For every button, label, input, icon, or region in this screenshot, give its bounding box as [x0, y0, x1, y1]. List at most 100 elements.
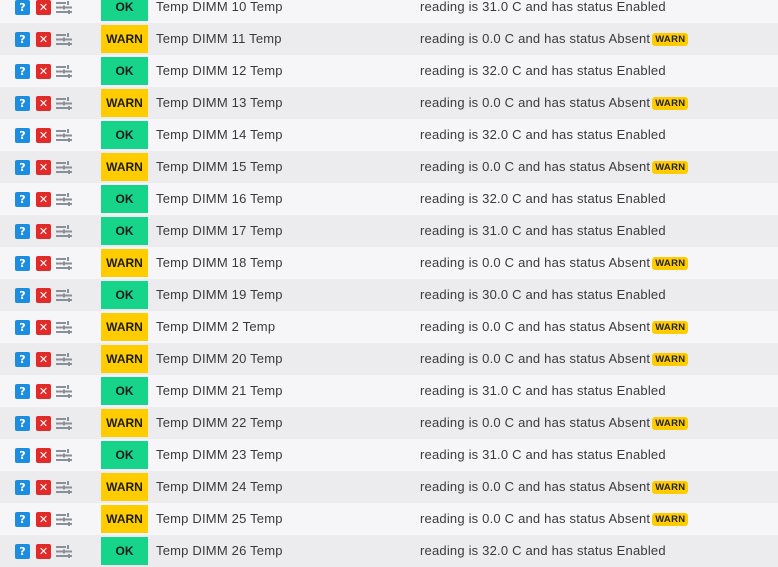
menu-lines-icon[interactable]	[55, 224, 73, 239]
state-badge: OK	[101, 377, 148, 405]
service-output: reading is 31.0 C and has status Enabled	[420, 375, 666, 407]
service-name[interactable]: Temp DIMM 19 Temp	[156, 279, 283, 311]
menu-lines-icon[interactable]	[55, 320, 73, 335]
menu-lines-icon[interactable]	[55, 32, 73, 47]
help-icon[interactable]: ?	[15, 351, 30, 367]
state-badge: WARN	[101, 345, 148, 373]
help-icon[interactable]: ?	[15, 447, 30, 463]
help-icon[interactable]: ?	[15, 415, 30, 431]
help-icon[interactable]: ?	[15, 31, 30, 47]
service-name[interactable]: Temp DIMM 18 Temp	[156, 247, 283, 279]
service-name[interactable]: Temp DIMM 11 Temp	[156, 23, 282, 55]
table-row: ? ✕ OK Temp DIMM 19 Temp reading is 30.0…	[0, 279, 778, 311]
delete-icon[interactable]: ✕	[36, 31, 51, 47]
menu-lines-icon[interactable]	[55, 192, 73, 207]
menu-lines-icon[interactable]	[55, 416, 73, 431]
service-name[interactable]: Temp DIMM 13 Temp	[156, 87, 283, 119]
delete-icon[interactable]: ✕	[36, 447, 51, 463]
delete-icon[interactable]: ✕	[36, 63, 51, 79]
delete-icon[interactable]: ✕	[36, 543, 51, 559]
state-badge: WARN	[101, 153, 148, 181]
state-badge: WARN	[101, 409, 148, 437]
menu-lines-icon[interactable]	[55, 288, 73, 303]
delete-icon[interactable]: ✕	[36, 511, 51, 527]
service-name[interactable]: Temp DIMM 25 Temp	[156, 503, 283, 535]
help-icon[interactable]: ?	[15, 543, 30, 559]
help-icon[interactable]: ?	[15, 0, 30, 15]
state-badge: OK	[101, 185, 148, 213]
help-icon[interactable]: ?	[15, 191, 30, 207]
service-name[interactable]: Temp DIMM 12 Temp	[156, 55, 283, 87]
help-icon[interactable]: ?	[15, 287, 30, 303]
service-name[interactable]: Temp DIMM 24 Temp	[156, 471, 283, 503]
output-text: reading is 0.0 C and has status Absent	[420, 511, 651, 526]
help-icon[interactable]: ?	[15, 511, 30, 527]
service-name[interactable]: Temp DIMM 16 Temp	[156, 183, 283, 215]
service-output: reading is 0.0 C and has status Absent W…	[420, 471, 689, 503]
service-name[interactable]: Temp DIMM 2 Temp	[156, 311, 275, 343]
menu-lines-icon[interactable]	[55, 384, 73, 399]
output-text: reading is 0.0 C and has status Absent	[420, 319, 651, 334]
help-icon[interactable]: ?	[15, 479, 30, 495]
service-output: reading is 32.0 C and has status Enabled	[420, 55, 666, 87]
state-badge: WARN	[101, 89, 148, 117]
delete-icon[interactable]: ✕	[36, 319, 51, 335]
output-text: reading is 0.0 C and has status Absent	[420, 95, 651, 110]
output-text: reading is 31.0 C and has status Enabled	[420, 383, 666, 398]
service-output: reading is 31.0 C and has status Enabled	[420, 0, 666, 23]
menu-lines-icon[interactable]	[55, 96, 73, 111]
delete-icon[interactable]: ✕	[36, 0, 51, 15]
service-output: reading is 31.0 C and has status Enabled	[420, 215, 666, 247]
delete-icon[interactable]: ✕	[36, 415, 51, 431]
menu-lines-icon[interactable]	[55, 352, 73, 367]
delete-icon[interactable]: ✕	[36, 127, 51, 143]
service-name[interactable]: Temp DIMM 15 Temp	[156, 151, 283, 183]
help-icon[interactable]: ?	[15, 63, 30, 79]
delete-icon[interactable]: ✕	[36, 159, 51, 175]
delete-icon[interactable]: ✕	[36, 223, 51, 239]
service-name[interactable]: Temp DIMM 23 Temp	[156, 439, 283, 471]
table-row: ? ✕ WARN Temp DIMM 18 Temp reading is 0.…	[0, 247, 778, 279]
menu-lines-icon[interactable]	[55, 64, 73, 79]
menu-lines-icon[interactable]	[55, 128, 73, 143]
output-text: reading is 0.0 C and has status Absent	[420, 159, 651, 174]
row-actions: ? ✕	[15, 447, 73, 463]
row-actions: ? ✕	[15, 415, 73, 431]
service-output: reading is 0.0 C and has status Absent W…	[420, 151, 689, 183]
state-badge: WARN	[101, 313, 148, 341]
menu-lines-icon[interactable]	[55, 480, 73, 495]
help-icon[interactable]: ?	[15, 159, 30, 175]
service-name[interactable]: Temp DIMM 10 Temp	[156, 0, 283, 23]
row-actions: ? ✕	[15, 63, 73, 79]
delete-icon[interactable]: ✕	[36, 351, 51, 367]
help-icon[interactable]: ?	[15, 95, 30, 111]
service-name[interactable]: Temp DIMM 22 Temp	[156, 407, 283, 439]
help-icon[interactable]: ?	[15, 223, 30, 239]
delete-icon[interactable]: ✕	[36, 479, 51, 495]
menu-lines-icon[interactable]	[55, 512, 73, 527]
help-icon[interactable]: ?	[15, 127, 30, 143]
help-icon[interactable]: ?	[15, 255, 30, 271]
table-row: ? ✕ WARN Temp DIMM 22 Temp reading is 0.…	[0, 407, 778, 439]
menu-lines-icon[interactable]	[55, 256, 73, 271]
service-name[interactable]: Temp DIMM 17 Temp	[156, 215, 283, 247]
help-icon[interactable]: ?	[15, 319, 30, 335]
output-text: reading is 31.0 C and has status Enabled	[420, 0, 666, 14]
delete-icon[interactable]: ✕	[36, 383, 51, 399]
service-name[interactable]: Temp DIMM 26 Temp	[156, 535, 283, 567]
service-name[interactable]: Temp DIMM 21 Temp	[156, 375, 283, 407]
delete-icon[interactable]: ✕	[36, 191, 51, 207]
delete-icon[interactable]: ✕	[36, 95, 51, 111]
output-text: reading is 32.0 C and has status Enabled	[420, 127, 666, 142]
menu-lines-icon[interactable]	[55, 544, 73, 559]
menu-lines-icon[interactable]	[55, 448, 73, 463]
menu-lines-icon[interactable]	[55, 0, 73, 15]
output-text: reading is 32.0 C and has status Enabled	[420, 543, 666, 558]
delete-icon[interactable]: ✕	[36, 255, 51, 271]
service-name[interactable]: Temp DIMM 20 Temp	[156, 343, 283, 375]
delete-icon[interactable]: ✕	[36, 287, 51, 303]
help-icon[interactable]: ?	[15, 383, 30, 399]
state-badge: OK	[101, 281, 148, 309]
service-name[interactable]: Temp DIMM 14 Temp	[156, 119, 283, 151]
menu-lines-icon[interactable]	[55, 160, 73, 175]
